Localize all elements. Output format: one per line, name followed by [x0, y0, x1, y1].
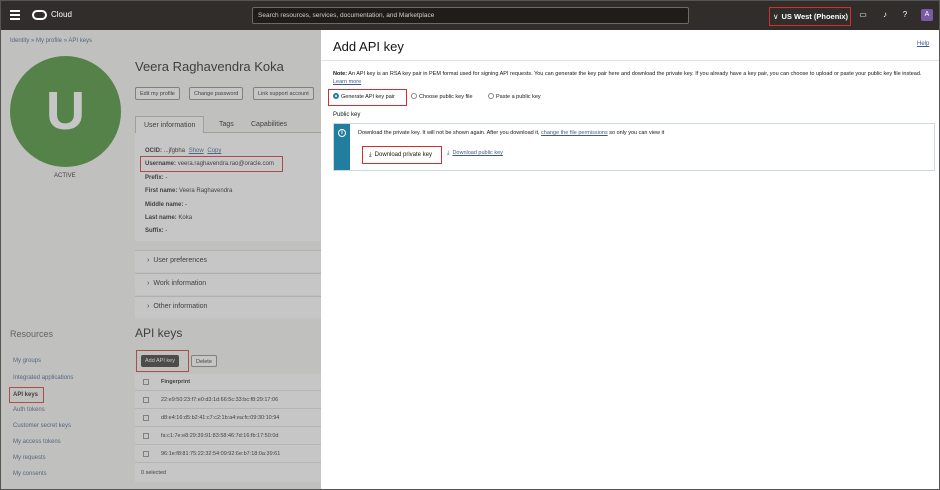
row-checkbox[interactable]: [143, 397, 149, 403]
edit-profile-button[interactable]: Edit my profile: [135, 87, 180, 100]
tab-user-information[interactable]: User information: [135, 116, 205, 133]
user-information-panel: OCID: ...jfgbha Show Copy Username: veer…: [135, 133, 321, 241]
top-nav-bar: Cloud Search resources, services, docume…: [1, 1, 939, 30]
accordion-work-information[interactable]: › Work information: [135, 273, 321, 295]
chevron-right-icon: ›: [147, 257, 150, 264]
radio-icon: [488, 93, 494, 99]
hamburger-menu-icon[interactable]: [10, 10, 20, 20]
generate-key-pair-highlight: [328, 89, 407, 106]
info-bar: i: [334, 124, 350, 170]
fingerprint-cell: 96:1e:f8:81:75:22:32:54:09:92:6e:b7:18:0…: [161, 451, 281, 457]
last-name-row: Last name: Koka: [145, 215, 193, 221]
sidebar-item-auth-tokens[interactable]: Auth tokens: [13, 407, 45, 413]
radio-choose-public-key-file[interactable]: Choose public key file: [411, 93, 473, 100]
table-row: 22:e9:50:23:f7:e0:d3:1d:66:5c:33:bc:f8:2…: [135, 392, 321, 409]
profile-avatar: U: [10, 56, 121, 167]
api-keys-highlight: [9, 387, 44, 403]
sidebar-item-my-requests[interactable]: My requests: [13, 455, 46, 461]
radio-icon: [411, 93, 417, 99]
tab-capabilities[interactable]: Capabilities: [243, 116, 295, 133]
ocid-show-link[interactable]: Show: [189, 148, 204, 154]
table-row: fa:c1:7e:e8:29:39:91:83:58:46:7d:16:fb:1…: [135, 428, 321, 445]
fingerprint-column-header: Fingerprint: [161, 379, 191, 385]
sidebar-item-my-groups[interactable]: My groups: [13, 358, 41, 364]
table-row: 96:1e:f8:81:75:22:32:54:09:92:6e:b7:18:0…: [135, 446, 321, 463]
fingerprint-cell: 22:e9:50:23:f7:e0:d3:1d:66:5c:33:bc:f8:2…: [161, 397, 279, 403]
middle-name-row: Middle name: -: [145, 202, 188, 208]
sidebar-item-my-consents[interactable]: My consents: [13, 471, 47, 477]
download-info-box: i Download the private key. It will not …: [333, 123, 935, 171]
search-input[interactable]: Search resources, services, documentatio…: [252, 7, 689, 24]
api-keys-table: Fingerprint 22:e9:50:23:f7:e0:d3:1d:66:5…: [135, 374, 321, 482]
public-key-label: Public key: [333, 112, 361, 118]
add-api-key-panel: Add API key Help Note: An API key is an …: [321, 30, 939, 489]
chevron-down-icon: ∨: [773, 12, 779, 21]
ocid-copy-link[interactable]: Copy: [207, 148, 221, 154]
file-permissions-link[interactable]: change the file permissions: [541, 130, 608, 136]
prefix-row: Prefix: -: [145, 175, 168, 181]
selection-count: 0 selected: [141, 470, 167, 476]
status-label: ACTIVE: [54, 173, 76, 179]
resources-heading: Resources: [10, 329, 54, 339]
link-support-account-button[interactable]: Link support account: [253, 87, 314, 100]
help-icon[interactable]: ?: [900, 10, 910, 20]
sidebar-item-integrated-applications[interactable]: Integrated applications: [13, 375, 73, 381]
first-name-row: First name: Veera Raghavendra: [145, 188, 233, 194]
fingerprint-cell: fa:c1:7e:e8:29:39:91:83:58:46:7d:16:fb:1…: [161, 433, 279, 439]
download-icon: ⤓: [369, 152, 372, 158]
username-highlight: [140, 156, 283, 172]
select-all-checkbox[interactable]: [143, 379, 149, 385]
download-icon: ⤓: [447, 150, 450, 156]
suffix-row: Suffix: -: [145, 228, 168, 234]
app-window: Cloud Search resources, services, docume…: [0, 0, 940, 490]
panel-title: Add API key: [333, 39, 404, 54]
page-title: Veera Raghavendra Koka: [135, 59, 284, 74]
ocid-value: ...jfgbha: [163, 148, 186, 154]
learn-more-link[interactable]: Learn more: [333, 79, 361, 85]
info-message: Download the private key. It will not be…: [358, 130, 665, 136]
table-row: d8:e4:16:d5:b2:41:c7:c2:1b:a4:ea:fc:09:3…: [135, 410, 321, 427]
region-selector[interactable]: ∨ US West (Phoenix): [769, 7, 851, 26]
api-keys-heading: API keys: [135, 326, 183, 340]
help-link[interactable]: Help: [917, 41, 929, 47]
info-icon: i: [338, 129, 346, 137]
row-checkbox[interactable]: [143, 433, 149, 439]
sidebar-item-my-access-tokens[interactable]: My access tokens: [13, 439, 61, 445]
sidebar-item-customer-secret-keys[interactable]: Customer secret keys: [13, 423, 71, 429]
change-password-button[interactable]: Change password: [189, 87, 244, 100]
cloud-shell-icon[interactable]: ▭: [858, 10, 868, 20]
user-avatar-icon[interactable]: A: [921, 9, 933, 21]
row-checkbox[interactable]: [143, 451, 149, 457]
download-private-key-button[interactable]: ⤓ Download private key: [362, 146, 442, 164]
add-api-key-highlight: [136, 350, 189, 372]
radio-paste-public-key[interactable]: Paste a public key: [488, 93, 541, 100]
table-header-row: Fingerprint: [135, 374, 321, 391]
region-label: US West (Phoenix): [781, 12, 849, 21]
delete-button[interactable]: Delete: [191, 355, 217, 367]
notifications-bell-icon[interactable]: ♪: [880, 10, 890, 20]
oracle-logo-icon[interactable]: [32, 10, 47, 20]
row-checkbox[interactable]: [143, 415, 149, 421]
divider: [321, 60, 939, 61]
download-public-key-link[interactable]: ⤓ Download public key: [447, 150, 503, 157]
breadcrumb[interactable]: Identity » My profile » API keys: [10, 38, 92, 44]
profile-tabs: User information Tags Capabilities: [135, 116, 321, 133]
ocid-row: OCID: ...jfgbha Show Copy: [145, 148, 222, 154]
logo-text[interactable]: Cloud: [51, 10, 72, 19]
tab-tags[interactable]: Tags: [211, 116, 242, 133]
chevron-right-icon: ›: [147, 303, 150, 310]
fingerprint-cell: d8:e4:16:d5:b2:41:c7:c2:1b:a4:ea:fc:09:3…: [161, 415, 280, 421]
note-text: Note: An API key is an RSA key pair in P…: [333, 71, 922, 85]
chevron-right-icon: ›: [147, 280, 150, 287]
accordion-other-information[interactable]: › Other information: [135, 296, 321, 318]
accordion-user-preferences[interactable]: › User preferences: [135, 250, 321, 272]
